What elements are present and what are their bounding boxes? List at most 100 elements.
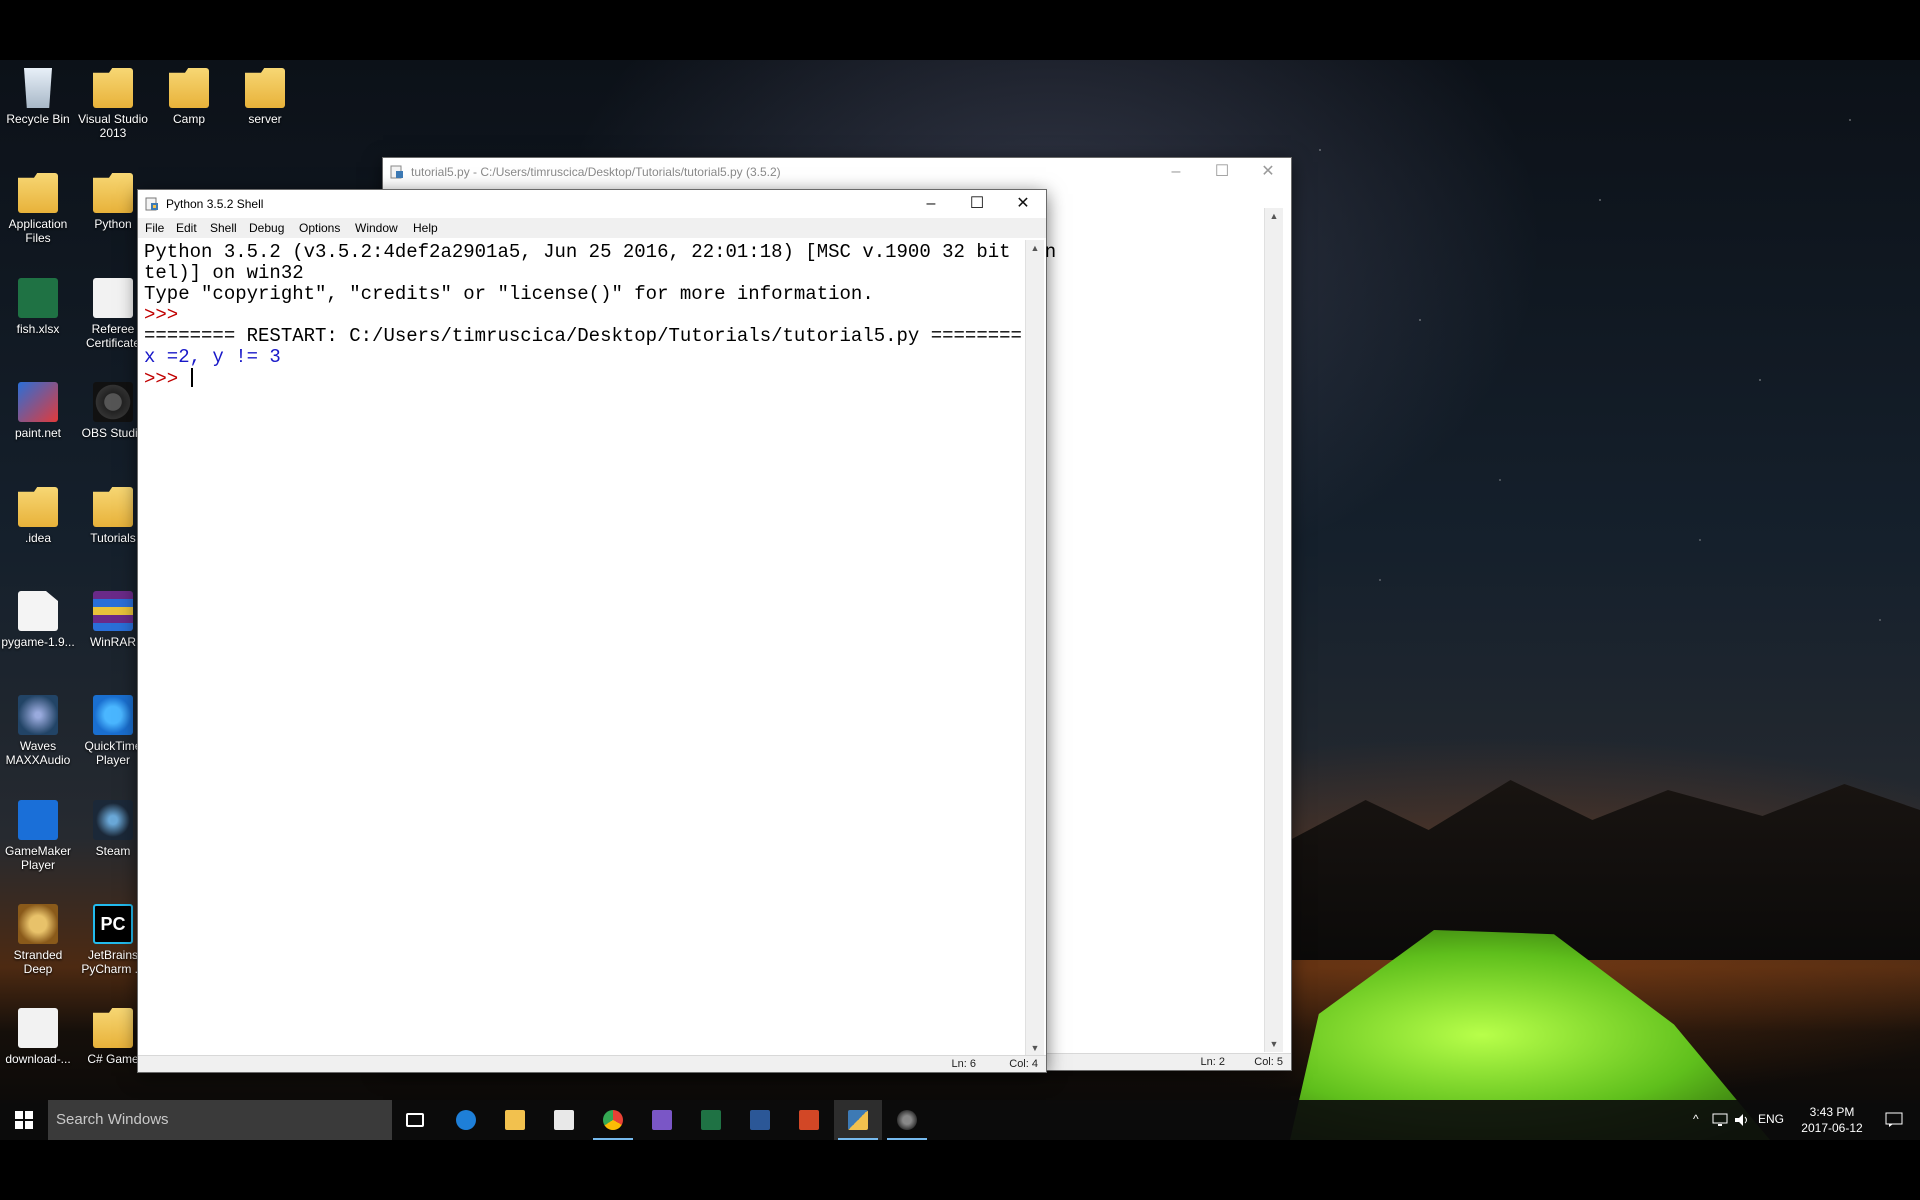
taskbar-file-explorer[interactable] [491, 1100, 539, 1140]
editor-titlebar[interactable]: tutorial5.py - C:/Users/timruscica/Deskt… [383, 158, 1291, 186]
editor-minimize-button[interactable]: – [1153, 158, 1199, 186]
taskbar: Search Windows ^ ENG 3:43 PM 2017-06-12 [0, 1100, 1920, 1140]
shell-window[interactable]: Python 3.5.2 Shell – ☐ ✕ File Edit Shell… [138, 190, 1056, 1072]
shell-status-col: Col: 4 [1009, 1058, 1038, 1070]
folder-icon [93, 68, 133, 108]
shell-title: Python 3.5.2 Shell [166, 197, 264, 211]
desktop-icon-application-files[interactable]: Application Files [1, 173, 75, 245]
desktop-icon-label: fish.xlsx [16, 322, 60, 336]
network-icon[interactable] [1712, 1113, 1728, 1127]
store-icon [554, 1110, 574, 1130]
taskbar-python-idle[interactable] [834, 1100, 882, 1140]
active-prompt-line[interactable]: >>> [144, 368, 193, 390]
scroll-up-arrow-icon[interactable]: ▲ [1026, 240, 1044, 256]
scroll-up-arrow-icon[interactable]: ▲ [1265, 208, 1283, 224]
visual-studio-icon [652, 1110, 672, 1130]
file-icon [18, 591, 58, 631]
action-center-button[interactable] [1870, 1100, 1918, 1140]
menu-shell[interactable]: Shell [210, 221, 237, 235]
search-box[interactable]: Search Windows [48, 1100, 392, 1140]
taskbar-edge[interactable] [442, 1100, 490, 1140]
steam-icon [93, 800, 133, 840]
desktop-icon-label: Visual Studio 2013 [78, 112, 148, 140]
shell-titlebar[interactable]: Python 3.5.2 Shell – ☐ ✕ [138, 190, 1046, 218]
shell-status-bar: Ln: 6 Col: 4 [138, 1055, 1046, 1072]
editor-status-col: Col: 5 [1254, 1056, 1283, 1068]
waves-icon [18, 695, 58, 735]
desktop-icon-label: Stranded Deep [13, 948, 63, 976]
banner-line: tel)] on win32 [144, 262, 304, 284]
desktop-icon-recycle-bin[interactable]: Recycle Bin [1, 68, 75, 126]
desktop-icon-label: Camp [172, 112, 205, 126]
shell-scrollbar[interactable]: ▲ ▼ [1025, 240, 1044, 1056]
quicktime-icon [93, 695, 133, 735]
desktop-icon-stranded-deep[interactable]: Stranded Deep [1, 904, 75, 976]
editor-close-button[interactable]: ✕ [1245, 158, 1291, 186]
python-idle-icon [848, 1110, 868, 1130]
editor-scrollbar[interactable]: ▲ ▼ [1264, 208, 1283, 1052]
menu-edit[interactable]: Edit [176, 221, 197, 235]
desktop-icon-label: Recycle Bin [6, 112, 70, 126]
desktop-icon-download[interactable]: download-... [1, 1008, 75, 1066]
start-button[interactable] [0, 1100, 48, 1140]
document-icon [93, 278, 133, 318]
shell-prompt: >>> [144, 368, 190, 390]
menu-help[interactable]: Help [413, 221, 438, 235]
scroll-down-arrow-icon[interactable]: ▼ [1265, 1036, 1283, 1052]
shell-text-area[interactable]: Python 3.5.2 (v3.5.2:4def2a2901a5, Jun 2… [140, 240, 1056, 1056]
menu-debug[interactable]: Debug [249, 221, 284, 235]
tray-chevron-icon[interactable]: ^ [1693, 1112, 1699, 1126]
program-output: x =2, y != 3 [144, 346, 281, 368]
paintnet-icon [18, 382, 58, 422]
editor-maximize-button[interactable]: ☐ [1199, 158, 1245, 186]
desktop-icon-camp[interactable]: Camp [152, 68, 226, 126]
desktop-icon-label: download-... [5, 1052, 71, 1066]
gamemaker-icon [18, 800, 58, 840]
editor-status-line: Ln: 2 [1200, 1056, 1225, 1068]
taskbar-store[interactable] [540, 1100, 588, 1140]
pycharm-icon: PC [93, 904, 133, 944]
shell-prompt: >>> [144, 304, 179, 326]
obs-icon [93, 382, 133, 422]
clock-time: 3:43 PM [1809, 1105, 1855, 1119]
taskbar-task-view[interactable] [392, 1100, 440, 1140]
desktop-icon-label: paint.net [14, 426, 62, 440]
desktop-icon-waves-maxxaudio[interactable]: Waves MAXXAudio [1, 695, 75, 767]
menu-options[interactable]: Options [299, 221, 340, 235]
taskbar-powerpoint[interactable] [785, 1100, 833, 1140]
desktop-icon-pygame[interactable]: pygame-1.9... [1, 591, 75, 649]
menu-window[interactable]: Window [355, 221, 398, 235]
chrome-icon [603, 1110, 623, 1130]
winrar-icon [93, 591, 133, 631]
desktop-icon-idea[interactable]: .idea [1, 487, 75, 545]
desktop: Recycle Bin Visual Studio 2013 Camp serv… [0, 60, 1920, 1140]
taskbar-excel[interactable] [687, 1100, 735, 1140]
taskbar-chrome[interactable] [589, 1100, 637, 1140]
word-icon [750, 1110, 770, 1130]
editor-title: tutorial5.py - C:/Users/timruscica/Deskt… [411, 165, 781, 179]
desktop-icon-server[interactable]: server [228, 68, 302, 126]
language-indicator[interactable]: ENG [1758, 1112, 1784, 1126]
menu-file[interactable]: File [145, 221, 164, 235]
desktop-icon-paint-net[interactable]: paint.net [1, 382, 75, 440]
taskbar-word[interactable] [736, 1100, 784, 1140]
task-view-icon [406, 1113, 424, 1127]
shell-minimize-button[interactable]: – [908, 190, 954, 218]
excel-file-icon [18, 278, 58, 318]
shell-menubar: File Edit Shell Debug Options Window Hel… [138, 218, 1046, 238]
shell-status-line: Ln: 6 [951, 1058, 976, 1070]
folder-icon [245, 68, 285, 108]
desktop-icon-visual-studio[interactable]: Visual Studio 2013 [76, 68, 150, 140]
recycle-bin-icon [24, 68, 52, 108]
scroll-down-arrow-icon[interactable]: ▼ [1026, 1040, 1044, 1056]
desktop-icon-fish-xlsx[interactable]: fish.xlsx [1, 278, 75, 336]
desktop-icon-gamemaker-player[interactable]: GameMaker Player [1, 800, 75, 872]
excel-icon [701, 1110, 721, 1130]
folder-icon [93, 1008, 133, 1048]
taskbar-obs[interactable] [883, 1100, 931, 1140]
shell-maximize-button[interactable]: ☐ [954, 190, 1000, 218]
volume-icon[interactable] [1734, 1113, 1750, 1127]
shell-close-button[interactable]: ✕ [1000, 190, 1046, 218]
taskbar-visual-studio[interactable] [638, 1100, 686, 1140]
clock[interactable]: 3:43 PM 2017-06-12 [1792, 1104, 1872, 1136]
